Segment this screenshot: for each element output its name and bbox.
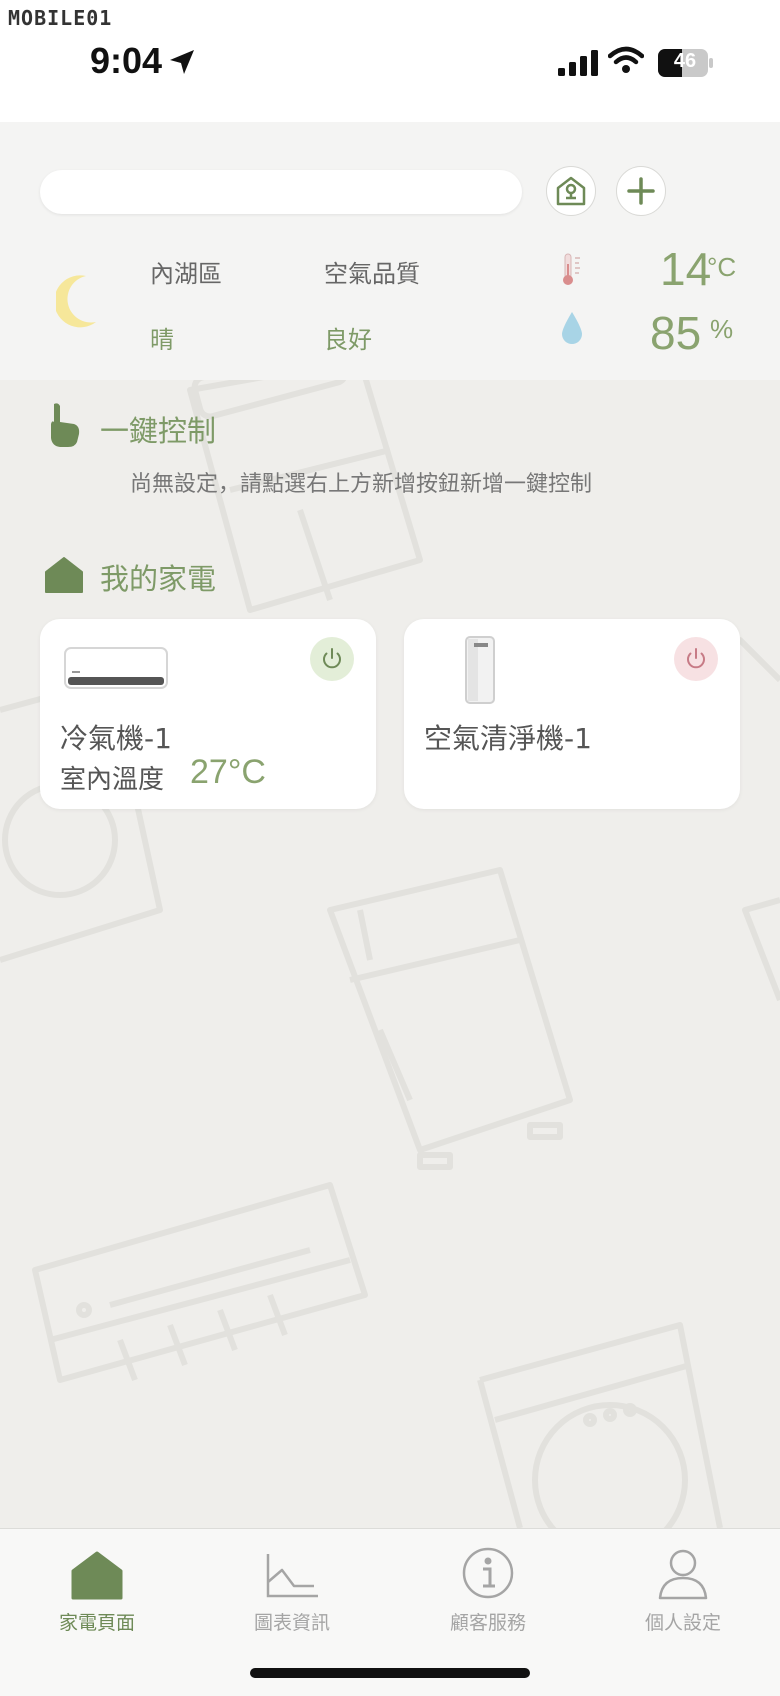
tab-label: 顧客服務 <box>449 1612 526 1634</box>
air-conditioner-icon <box>64 647 168 689</box>
tab-profile[interactable]: 個人設定 <box>618 1540 748 1635</box>
indoor-temp-label: 室內溫度 <box>60 765 165 795</box>
quick-control-hint: 尚無設定，請點選右上方新增按鈕新增一鍵控制 <box>130 472 593 497</box>
outdoor-temperature: 14 <box>660 243 712 295</box>
humidity-value: 85 <box>650 307 702 359</box>
tab-label: 圖表資訊 <box>253 1612 330 1634</box>
info-icon <box>462 1547 514 1599</box>
battery-level: 46 <box>673 50 697 72</box>
tab-charts[interactable]: 圖表資訊 <box>227 1540 357 1635</box>
home-indicator[interactable] <box>250 1668 530 1678</box>
device-name: 空氣清淨機-1 <box>424 722 592 755</box>
tab-home[interactable]: 家電頁面 <box>32 1540 162 1635</box>
status-time: 9:04 <box>90 40 163 81</box>
location-arrow-icon <box>170 50 194 74</box>
house-lock-icon <box>556 176 586 206</box>
indoor-temp-value: 27°C <box>190 753 266 791</box>
air-quality-value: 良好 <box>324 326 372 354</box>
tab-label: 家電頁面 <box>58 1612 135 1634</box>
weather-condition: 晴 <box>150 326 174 354</box>
add-button[interactable] <box>616 166 666 216</box>
cellular-signal-icon <box>558 50 598 76</box>
person-icon <box>658 1549 708 1600</box>
power-icon <box>687 648 705 669</box>
temperature-unit: °C <box>707 252 737 282</box>
background-appliance-illustration <box>0 380 780 1528</box>
water-drop-icon <box>562 312 582 344</box>
air-quality-label: 空氣品質 <box>324 260 420 288</box>
search-input[interactable] <box>40 170 522 214</box>
chart-icon <box>266 1554 318 1598</box>
device-card-air-purifier[interactable]: 空氣清淨機-1 <box>404 619 740 809</box>
hand-pointer-icon <box>51 403 80 447</box>
home-icon <box>71 1551 123 1600</box>
wifi-icon <box>608 46 644 73</box>
power-icon <box>323 648 341 669</box>
moon-icon <box>56 275 96 328</box>
weather-district: 內湖區 <box>150 260 222 288</box>
watermark-logo: MOBILE01 <box>8 6 113 30</box>
tab-label: 個人設定 <box>644 1612 721 1634</box>
device-name: 冷氣機-1 <box>60 722 172 755</box>
tab-customer-service[interactable]: 顧客服務 <box>423 1540 553 1635</box>
device-card-air-conditioner[interactable]: 冷氣機-1 室內溫度 27°C <box>40 619 376 809</box>
power-button[interactable] <box>674 637 718 681</box>
quick-control-title: 一鍵控制 <box>100 414 217 448</box>
home-settings-button[interactable] <box>546 166 596 216</box>
my-appliances-title: 我的家電 <box>100 562 217 596</box>
house-icon <box>45 557 83 593</box>
power-button[interactable] <box>310 637 354 681</box>
humidity-unit: % <box>710 314 734 344</box>
plus-icon <box>627 177 655 205</box>
air-purifier-icon <box>465 636 495 704</box>
thermometer-icon <box>563 253 580 285</box>
